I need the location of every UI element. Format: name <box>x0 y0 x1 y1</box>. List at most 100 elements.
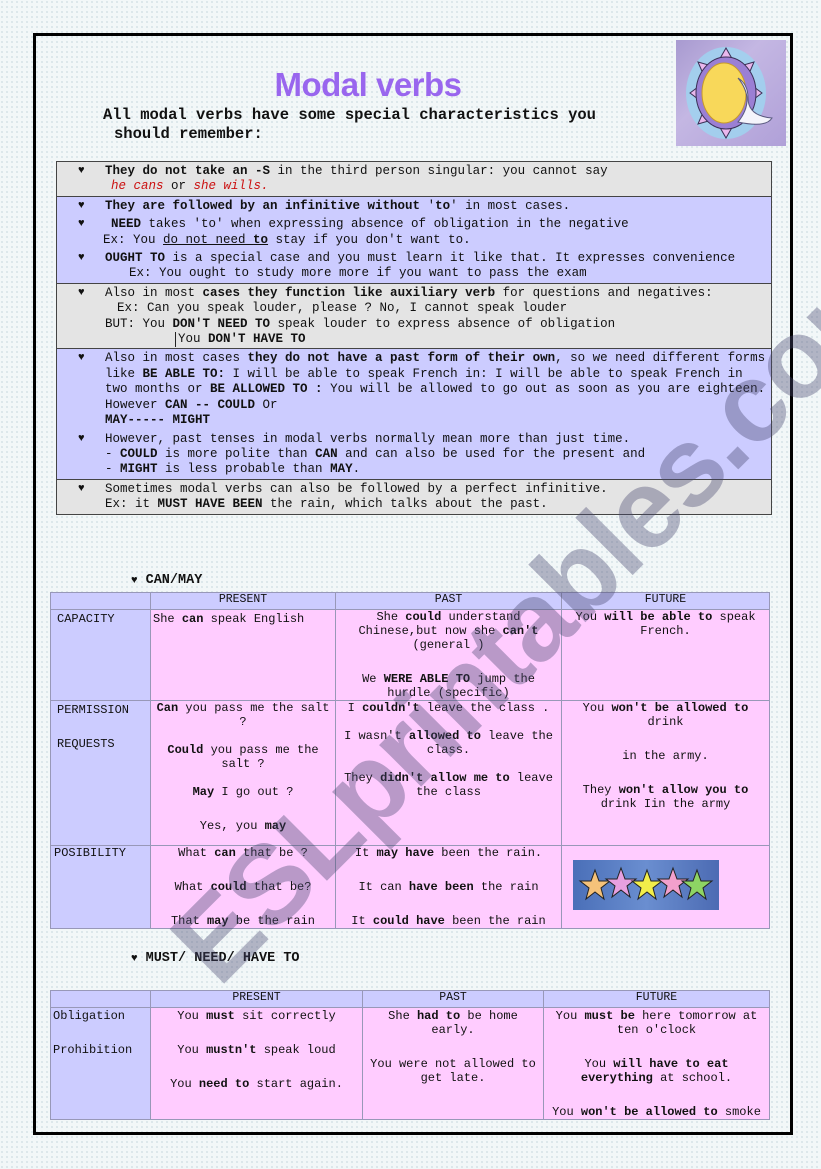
rule-text: BUT: You <box>105 316 173 331</box>
rule-bold: MIGHT <box>120 462 158 477</box>
section-heading-text: CAN/MAY <box>145 573 203 588</box>
page-title-text: Modal verbs <box>274 66 462 103</box>
rule-text: is more polite than <box>157 446 316 461</box>
rule-bold: COULD <box>120 446 158 461</box>
rule-bold: CAN -- COULD <box>165 397 256 412</box>
rule-text: or <box>163 179 194 194</box>
row-label-text: Obligation <box>53 1009 126 1023</box>
rule-item: ♥ Also in most cases they do not have a … <box>75 351 767 428</box>
rule-item: ♥ However, past tenses in modal verbs no… <box>75 432 767 478</box>
rule-text: - <box>105 446 121 461</box>
intro-line-2: should remember: <box>114 125 263 143</box>
section-heading-must-need: ♥ MUST/ NEED/ HAVE TO <box>131 951 300 966</box>
cell-line: (general ) <box>412 638 485 652</box>
rule-alternative: You DON'T HAVE TO <box>175 332 306 348</box>
row-label: Obligation Prohibition <box>50 1007 151 1120</box>
table-cell: You must sit correctly You mustn't speak… <box>150 1007 363 1120</box>
cell-text: They <box>582 783 619 797</box>
rule-text: is a special case and you must learn it … <box>165 251 736 266</box>
row-label-text: PERMISSION <box>57 703 130 717</box>
cell-text: You <box>582 701 612 715</box>
table-cell: You will be able to speak French. <box>561 609 770 701</box>
cell-line: We WERE ABLE TO jump the hurdle (specifi… <box>338 672 559 700</box>
rule-bold: they do not have a past form of their ow… <box>247 351 556 366</box>
rule-bold: DON'T HAVE TO <box>208 332 306 347</box>
rule-text: Also in most cases <box>105 351 248 366</box>
rule-text: for questions and negatives: <box>495 285 713 300</box>
column-header-future: FUTURE <box>561 592 770 610</box>
rule-example: Ex: You ought to study more more if you … <box>129 266 587 281</box>
cell-text: I <box>347 701 363 715</box>
rule-text: in the third person singular: you cannot… <box>270 164 608 178</box>
rule-item: ♥ NEED takes 'to' when expressing absenc… <box>75 217 767 248</box>
row-label-text: CAPACITY <box>57 612 115 626</box>
rule-bold: DON'T NEED TO <box>172 316 271 331</box>
cell-text: We <box>362 672 384 686</box>
cell-bold: won't allow you to <box>618 783 749 797</box>
rule-item: ♥ They are followed by an infinitive wit… <box>75 199 767 214</box>
row-label: CAPACITY <box>50 609 151 701</box>
rule-text: speak louder to express absence of oblig… <box>270 316 616 331</box>
cell-line: You must sit correctly <box>153 1009 360 1023</box>
quote: ' <box>427 198 436 213</box>
cell-bold: couldn't <box>362 701 420 715</box>
cell-text: speak English <box>203 612 305 626</box>
rule-box-5: ♥ Sometimes modal verbs can also be foll… <box>57 479 771 515</box>
cell-text: been the rain <box>444 914 546 928</box>
cell-text: speak loud <box>256 1043 336 1057</box>
rule-box-3: ♥ Also in most cases they function like … <box>57 283 771 350</box>
table-cell: She had to be home early. You were not a… <box>362 1007 544 1120</box>
cell-line: They didn't allow me to leave the class <box>338 771 559 799</box>
table-cell: You must be here tomorrow at ten o'clock… <box>543 1007 770 1120</box>
stars-image <box>572 860 719 910</box>
column-header-past: PAST <box>362 990 544 1008</box>
cell-bold: may <box>264 819 287 833</box>
rule-text: Sometimes modal verbs can also be follow… <box>105 481 608 496</box>
rule-text: Ex: it <box>105 497 158 512</box>
table-header-row: PRESENT PAST FUTURE <box>50 990 770 1008</box>
cell-text: start again. <box>249 1077 343 1091</box>
rule-box-2: ♥ They are followed by an infinitive wit… <box>57 196 771 284</box>
cell-bold: won't be allowed to <box>611 701 749 715</box>
rule-bold: MAY <box>330 462 353 477</box>
rule-item: ♥ Sometimes modal verbs can also be foll… <box>75 482 767 513</box>
table-row-permission: PERMISSION REQUESTS Can you pass me the … <box>50 700 770 846</box>
cell-text: I wasn't <box>344 729 409 743</box>
cell-bold: won't be allowed to <box>580 1105 718 1119</box>
cell-line: She can speak English <box>153 612 333 626</box>
rule-item: ♥ OUGHT TO is a special case and you mus… <box>75 251 767 282</box>
cell-line: You need to start again. <box>153 1077 360 1091</box>
heart-icon: ♥ <box>78 352 85 365</box>
cell-text: They <box>344 771 381 785</box>
cell-line: She had to be home early. <box>365 1009 541 1037</box>
cell-line: It could have been the rain <box>338 914 559 928</box>
heart-icon: ♥ <box>131 953 138 965</box>
cell-text: You <box>575 610 605 624</box>
cell-text: here tomorrow at ten o'clock <box>616 1009 758 1037</box>
underlined-text: do not need <box>163 232 254 247</box>
cell-text: be the rain <box>228 914 316 928</box>
column-header-past: PAST <box>335 592 562 610</box>
rule-bold: CAN <box>315 446 338 461</box>
underlined-bold: to <box>253 232 269 247</box>
cell-text: the rain <box>473 880 539 894</box>
rule-text: the rain, which talks about the past. <box>262 497 548 512</box>
cell-text: It <box>354 846 377 860</box>
heart-icon: ♥ <box>78 218 85 231</box>
cell-text: you pass me the salt ? <box>178 701 330 729</box>
cell-line: It can have been the rain <box>338 880 559 894</box>
cell-text: Yes, you <box>199 819 265 833</box>
rule-text: takes 'to' when expressing absence of ob… <box>141 217 629 232</box>
cell-text: What <box>178 846 215 860</box>
example-text: stay if you don't want to. <box>268 232 471 247</box>
cell-bold: need to <box>198 1077 250 1091</box>
